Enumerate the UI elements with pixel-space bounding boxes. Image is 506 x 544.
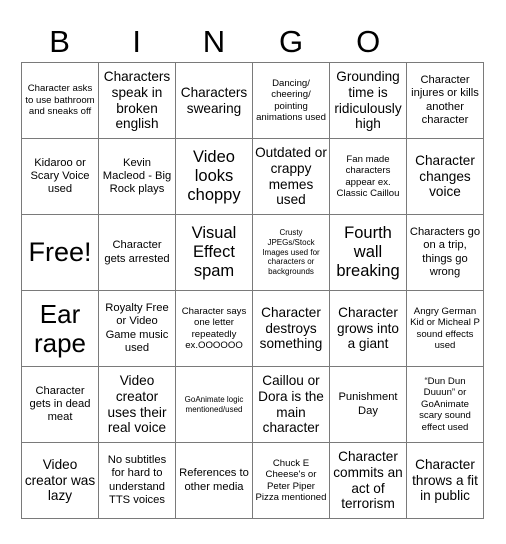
bingo-cell[interactable]: Character gets arrested bbox=[99, 215, 176, 291]
bingo-cell-label: Characters go on a trip, things go wrong bbox=[409, 226, 481, 278]
bingo-cell[interactable]: GoAnimate logic mentioned/used bbox=[176, 367, 253, 443]
bingo-cell[interactable]: Crusty JPEGs/Stock Images used for chara… bbox=[253, 215, 330, 291]
bingo-grid: Character asks to use bathroom and sneak… bbox=[21, 62, 484, 519]
bingo-cell-label: Visual Effect spam bbox=[191, 224, 237, 280]
bingo-cell[interactable]: Kidaroo or Scary Voice used bbox=[22, 139, 99, 215]
bingo-cell-label: Characters swearing bbox=[180, 84, 248, 116]
bingo-cell[interactable]: Dancing/ cheering/ pointing animations u… bbox=[253, 63, 330, 139]
bingo-cell-label: Video creator was lazy bbox=[24, 456, 96, 504]
bingo-cell[interactable]: Angry German Kid or Micheal P sound effe… bbox=[407, 291, 484, 367]
bingo-free-space[interactable]: Free! bbox=[22, 215, 99, 291]
bingo-cell[interactable]: Character throws a fit in public bbox=[407, 443, 484, 519]
bingo-cell[interactable]: Fourth wall breaking bbox=[330, 215, 407, 291]
bingo-cell-label: Kidaroo or Scary Voice used bbox=[30, 156, 90, 196]
bingo-cell-label: Free! bbox=[28, 237, 92, 268]
bingo-cell-label: No subtitles for hard to understand TTS … bbox=[107, 454, 167, 506]
bingo-cell[interactable]: Characters speak in broken english bbox=[99, 63, 176, 139]
bingo-cell-label: Character says one letter repeatedly ex.… bbox=[181, 305, 247, 352]
bingo-cell-label: Character destroys something bbox=[259, 304, 323, 352]
bingo-cell[interactable]: Character asks to use bathroom and sneak… bbox=[22, 63, 99, 139]
bingo-cell[interactable]: Outdated or crappy memes used bbox=[253, 139, 330, 215]
bingo-cell-label: Characters speak in broken english bbox=[103, 68, 171, 132]
bingo-cell[interactable]: “Dun Dun Duuun” or GoAnimate scary sound… bbox=[407, 367, 484, 443]
bingo-cell-label: GoAnimate logic mentioned/used bbox=[184, 394, 244, 414]
bingo-header-letter-o: O bbox=[356, 24, 381, 59]
bingo-cell[interactable]: Caillou or Dora is the main character bbox=[253, 367, 330, 443]
bingo-cell[interactable]: Characters go on a trip, things go wrong bbox=[407, 215, 484, 291]
bingo-cell-label: Character throws a fit in public bbox=[412, 456, 478, 504]
bingo-cell[interactable]: Character commits an act of terrorism bbox=[330, 443, 407, 519]
bingo-cell-label: Outdated or crappy memes used bbox=[255, 144, 327, 208]
bingo-cell[interactable]: Character grows into a giant bbox=[330, 291, 407, 367]
bingo-cell-label: Grounding time is ridiculously high bbox=[334, 68, 402, 132]
bingo-card: B I N G O Character asks to use bathroom… bbox=[0, 0, 506, 544]
bingo-cell[interactable]: Chuck E Cheese's or Peter Piper Pizza me… bbox=[253, 443, 330, 519]
bingo-cell[interactable]: Character says one letter repeatedly ex.… bbox=[176, 291, 253, 367]
bingo-cell-label: Fan made characters appear ex. Classic C… bbox=[336, 153, 400, 200]
bingo-cell[interactable]: Character changes voice bbox=[407, 139, 484, 215]
bingo-cell[interactable]: Visual Effect spam bbox=[176, 215, 253, 291]
bingo-cell-label: Angry German Kid or Micheal P sound effe… bbox=[410, 305, 480, 352]
bingo-cell[interactable]: No subtitles for hard to understand TTS … bbox=[99, 443, 176, 519]
bingo-cell-label: Character grows into a giant bbox=[337, 304, 399, 352]
bingo-cell-label: Video creator uses their real voice bbox=[107, 372, 167, 436]
bingo-cell[interactable]: Video creator uses their real voice bbox=[99, 367, 176, 443]
bingo-header-letter-n: N bbox=[202, 24, 226, 59]
bingo-cell-label: Character changes voice bbox=[415, 152, 475, 200]
bingo-cell-label: “Dun Dun Duuun” or GoAnimate scary sound… bbox=[419, 375, 471, 433]
bingo-cell[interactable]: Character injures or kills another chara… bbox=[407, 63, 484, 139]
bingo-cell-label: Video looks choppy bbox=[187, 148, 241, 204]
bingo-header: B I N G O bbox=[21, 22, 484, 62]
bingo-cell[interactable]: Grounding time is ridiculously high bbox=[330, 63, 407, 139]
bingo-cell-label: Character gets in dead meat bbox=[29, 384, 91, 424]
bingo-cell[interactable]: Fan made characters appear ex. Classic C… bbox=[330, 139, 407, 215]
bingo-header-letter-b: B bbox=[49, 24, 70, 59]
bingo-header-spacer bbox=[407, 22, 484, 62]
bingo-cell-label: Royalty Free or Video Game music used bbox=[105, 302, 169, 354]
bingo-cell[interactable]: Character destroys something bbox=[253, 291, 330, 367]
bingo-cell-label: References to other media bbox=[179, 467, 249, 493]
bingo-cell-label: Ear rape bbox=[33, 299, 87, 358]
bingo-cell[interactable]: Royalty Free or Video Game music used bbox=[99, 291, 176, 367]
bingo-cell-label: Character injures or kills another chara… bbox=[411, 74, 479, 126]
bingo-cell-label: Character asks to use bathroom and sneak… bbox=[25, 83, 95, 118]
bingo-cell[interactable]: Video creator was lazy bbox=[22, 443, 99, 519]
bingo-cell[interactable]: References to other media bbox=[176, 443, 253, 519]
bingo-cell-label: Crusty JPEGs/Stock Images used for chara… bbox=[262, 228, 320, 277]
bingo-cell-label: Character commits an act of terrorism bbox=[333, 448, 403, 512]
bingo-header-letter-i: I bbox=[132, 24, 142, 59]
bingo-cell-label: Caillou or Dora is the main character bbox=[258, 372, 324, 436]
bingo-cell[interactable]: Ear rape bbox=[22, 291, 99, 367]
bingo-cell-label: Punishment Day bbox=[338, 391, 398, 417]
bingo-cell-label: Kevin Macleod - Big Rock plays bbox=[102, 156, 172, 196]
bingo-cell-label: Dancing/ cheering/ pointing animations u… bbox=[256, 77, 326, 124]
bingo-cell-label: Chuck E Cheese's or Peter Piper Pizza me… bbox=[255, 457, 327, 504]
bingo-cell[interactable]: Kevin Macleod - Big Rock plays bbox=[99, 139, 176, 215]
bingo-cell-label: Character gets arrested bbox=[104, 239, 170, 265]
bingo-cell[interactable]: Characters swearing bbox=[176, 63, 253, 139]
bingo-header-letter-g: G bbox=[278, 24, 304, 59]
bingo-cell[interactable]: Video looks choppy bbox=[176, 139, 253, 215]
bingo-cell-label: Fourth wall breaking bbox=[336, 224, 400, 280]
bingo-cell[interactable]: Character gets in dead meat bbox=[22, 367, 99, 443]
bingo-cell[interactable]: Punishment Day bbox=[330, 367, 407, 443]
